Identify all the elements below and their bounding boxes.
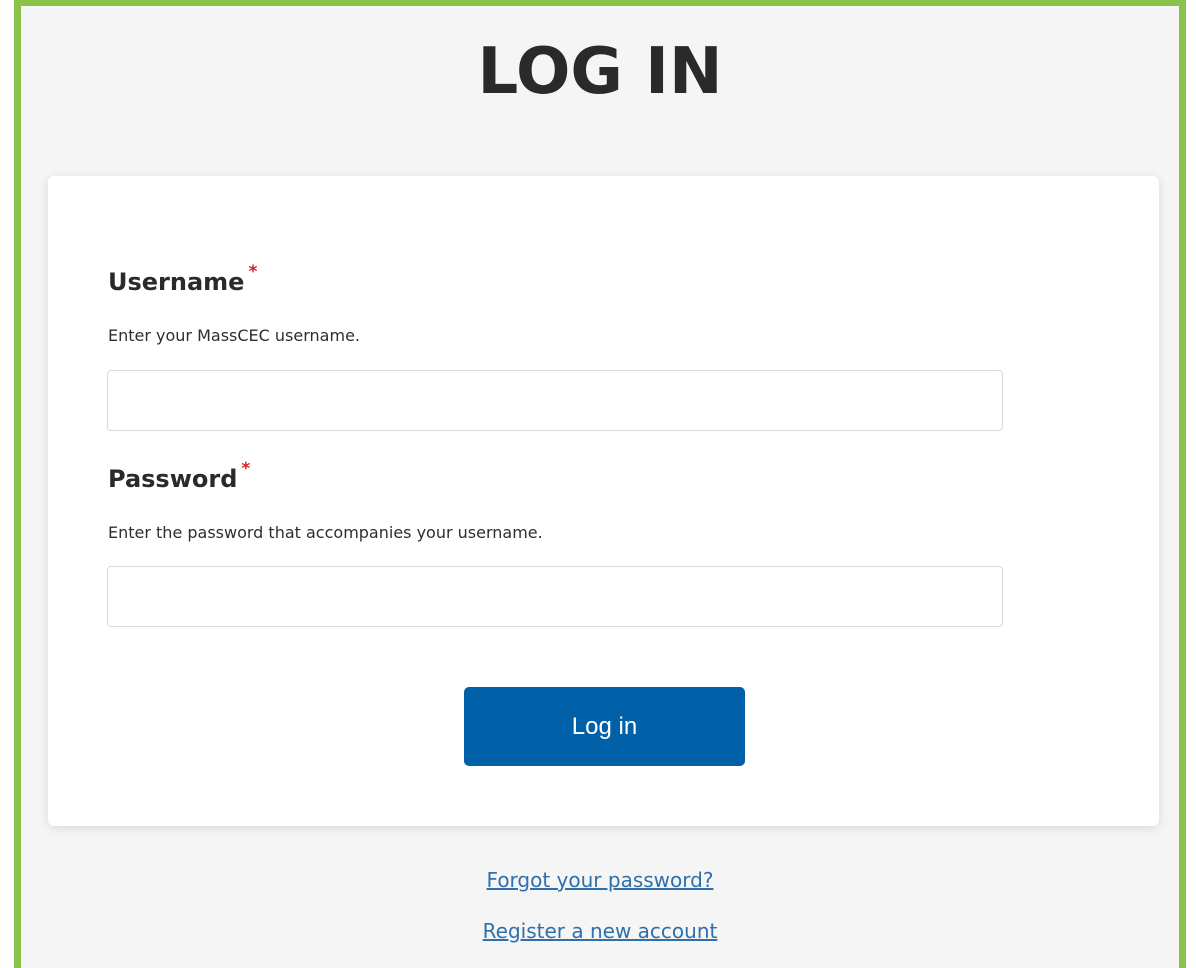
password-input[interactable] bbox=[107, 566, 1003, 627]
username-input[interactable] bbox=[107, 370, 1003, 431]
username-help-text: Enter your MassCEC username. bbox=[108, 326, 360, 345]
username-label: Username * bbox=[108, 264, 257, 296]
password-label: Password * bbox=[108, 461, 250, 493]
forgot-password-link[interactable]: Forgot your password? bbox=[21, 868, 1179, 892]
page-title: LOG IN bbox=[477, 35, 723, 109]
page-frame: LOG IN Username * Enter your MassCEC user… bbox=[14, 0, 1186, 968]
password-label-text: Password bbox=[108, 465, 238, 493]
username-required-marker: * bbox=[248, 262, 258, 282]
password-help-text: Enter the password that accompanies your… bbox=[108, 523, 543, 542]
login-button[interactable]: Log in bbox=[464, 687, 745, 766]
password-required-marker: * bbox=[241, 459, 251, 479]
register-account-link[interactable]: Register a new account bbox=[21, 919, 1179, 943]
login-form-card: Username * Enter your MassCEC username. P… bbox=[48, 176, 1159, 826]
username-label-text: Username bbox=[108, 268, 245, 296]
